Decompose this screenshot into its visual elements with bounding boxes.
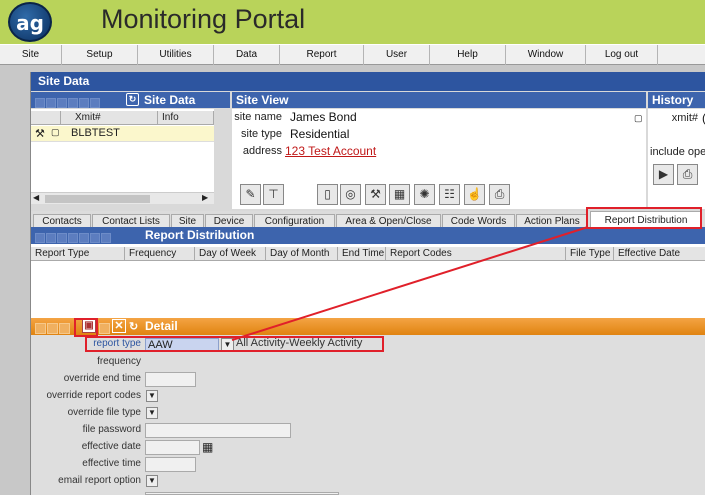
annotation-arrow — [231, 226, 589, 341]
arrow-line — [231, 226, 589, 341]
